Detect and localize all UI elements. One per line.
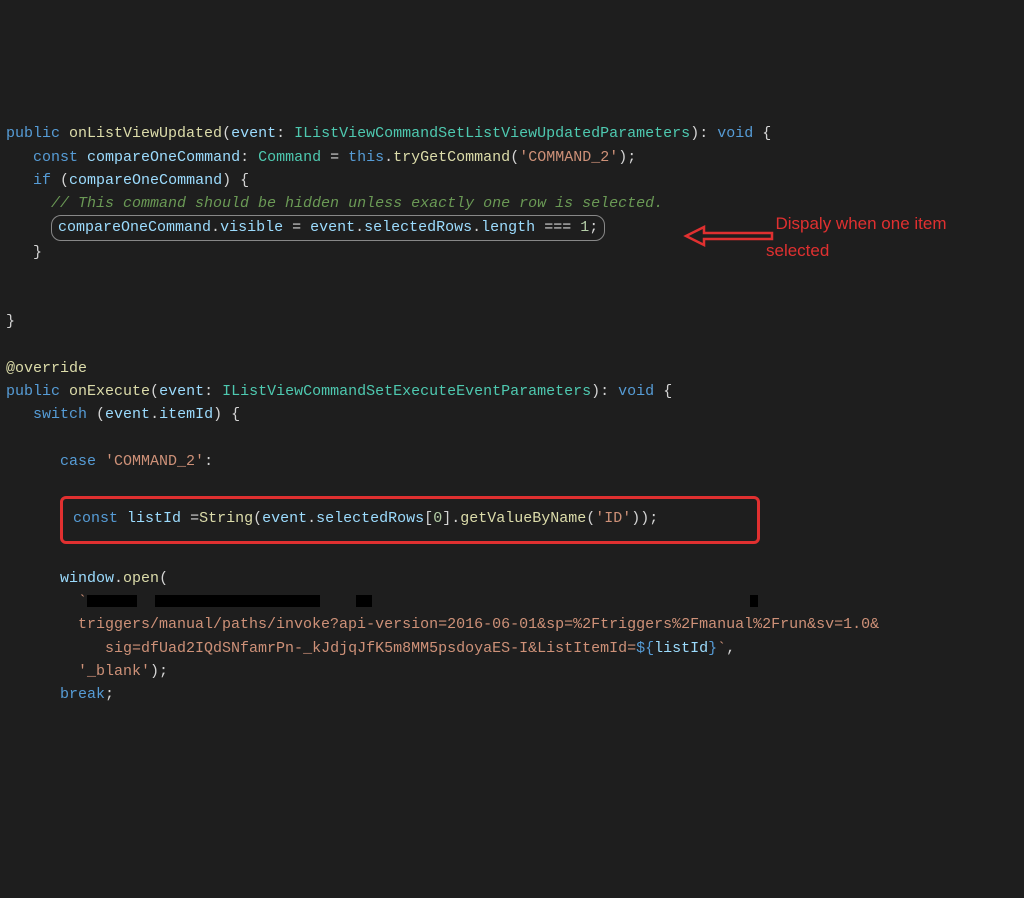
code-line-19: sig=dfUad2IQdSNfamrPn-_kJdjqJfK5m8MM5psd…: [6, 640, 735, 657]
code-editor: public onListViewUpdated(event: IListVie…: [6, 99, 1024, 776]
code-line-13b: [6, 476, 60, 493]
code-line-15: [6, 547, 15, 564]
code-line-7b: [6, 290, 15, 307]
annotation-arrow: [666, 200, 774, 258]
code-line-2: const compareOneCommand: Command = this.…: [6, 149, 636, 166]
code-line-14: const listId =String(event.selectedRows[…: [6, 510, 760, 527]
code-line-1: public onListViewUpdated(event: IListVie…: [6, 125, 771, 142]
code-line-16: window.open(: [6, 570, 168, 587]
code-line-8: }: [6, 313, 15, 330]
code-line-12: [6, 430, 15, 447]
code-line-6: }: [6, 244, 42, 261]
code-line-4: // This command should be hidden unless …: [6, 195, 663, 212]
code-line-17: `: [6, 593, 758, 610]
code-line-18: triggers/manual/paths/invoke?api-version…: [6, 616, 879, 633]
code-line-21: break;: [6, 686, 114, 703]
code-line-10: public onExecute(event: IListViewCommand…: [6, 383, 672, 400]
code-line-13: case 'COMMAND_2':: [6, 453, 213, 470]
highlighted-code-1: compareOneCommand.visible = event.select…: [51, 215, 605, 240]
code-line-20: '_blank');: [6, 663, 168, 680]
highlighted-code-2: const listId =String(event.selectedRows[…: [60, 496, 760, 543]
redacted-url-1: [87, 595, 137, 607]
code-line-3: if (compareOneCommand) {: [6, 172, 249, 189]
code-line-11: switch (event.itemId) {: [6, 406, 240, 423]
code-line-override: @override: [6, 360, 87, 377]
code-line-9: [6, 337, 15, 354]
code-line-7: [6, 267, 15, 284]
annotation-text: Dispaly when one itemselected: [766, 185, 946, 264]
code-line-5: compareOneCommand.visible = event.select…: [6, 219, 605, 236]
